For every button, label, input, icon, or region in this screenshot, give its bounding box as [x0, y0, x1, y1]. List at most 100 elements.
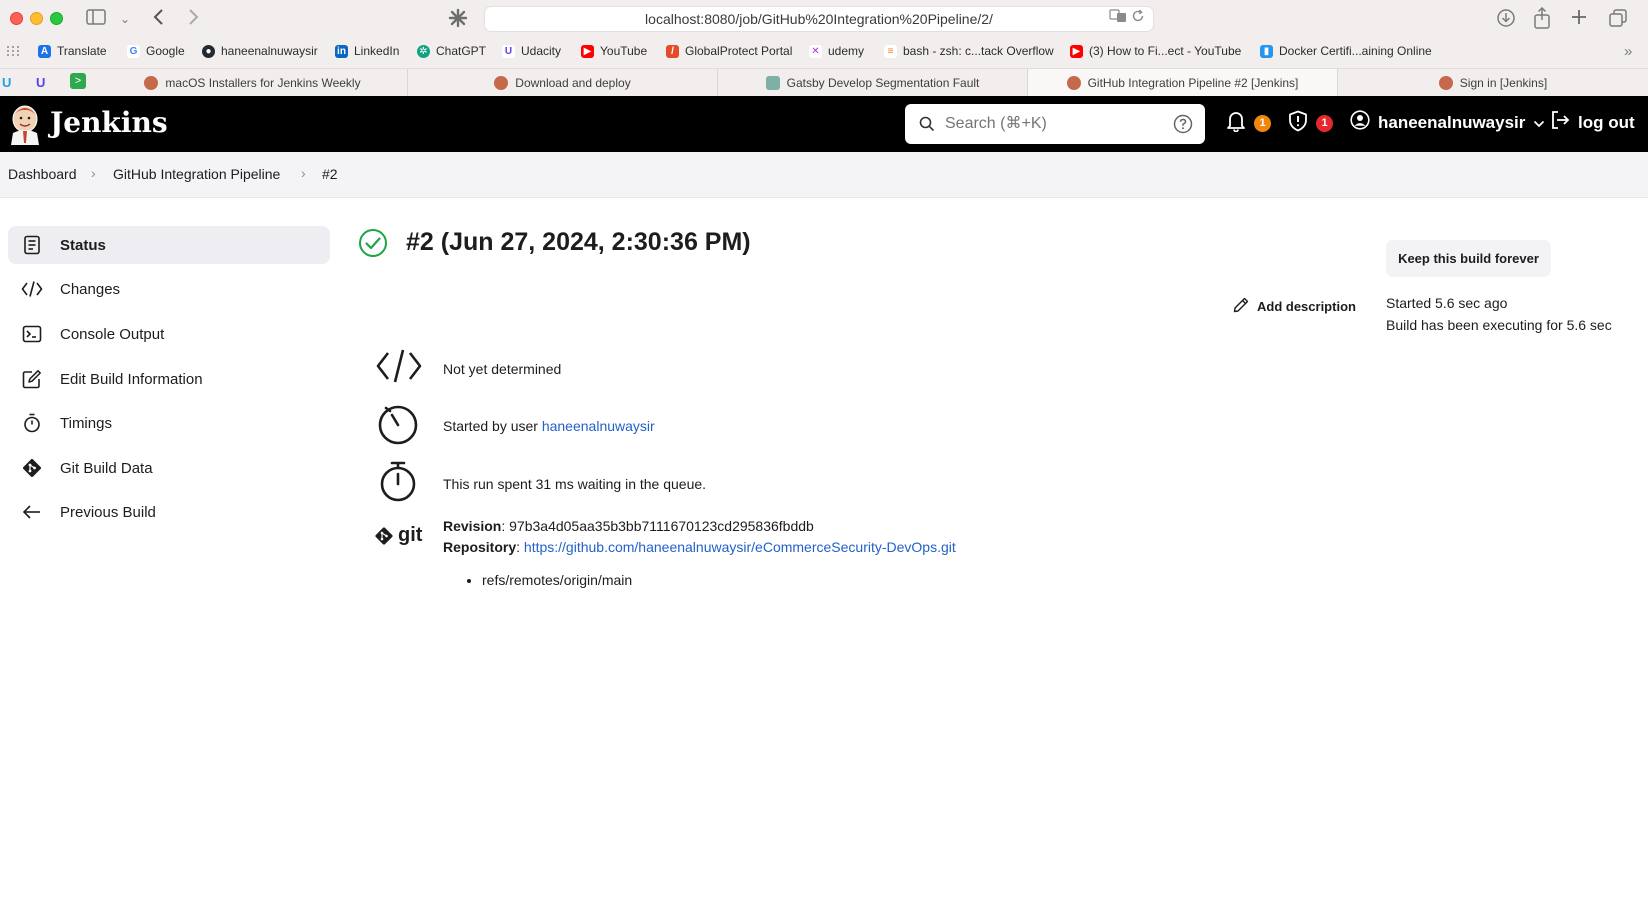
reload-icon[interactable]	[1131, 9, 1145, 26]
security-button[interactable]: 1	[1288, 110, 1333, 137]
forward-icon[interactable]	[188, 8, 200, 31]
sidebar-item-label: Previous Build	[60, 503, 156, 521]
new-tab-icon[interactable]	[1570, 8, 1588, 31]
jenkins-favicon-icon	[1066, 76, 1081, 90]
bookmark-label: Udacity	[521, 44, 562, 58]
add-description-button[interactable]: Add description	[1233, 297, 1356, 316]
close-window-button[interactable]	[10, 12, 23, 25]
user-menu[interactable]: haneenalnuwaysir	[1350, 110, 1545, 135]
bookmark-globalprotect[interactable]: / GlobalProtect Portal	[666, 44, 792, 58]
repository-link[interactable]: https://github.com/haneenalnuwaysir/eCom…	[524, 539, 956, 555]
bookmark-label: udemy	[828, 44, 865, 58]
translate-icon[interactable]	[1109, 9, 1131, 26]
extension-puzzle-icon[interactable]	[448, 8, 468, 33]
user-avatar-icon	[1350, 110, 1370, 135]
zoom-window-button[interactable]	[50, 12, 63, 25]
chevron-down-icon[interactable]: ⌄	[120, 9, 130, 29]
bookmark-youtube[interactable]: ▶ YouTube	[581, 44, 647, 58]
downloads-icon[interactable]	[1496, 8, 1516, 33]
bookmark-chatgpt[interactable]: ✲ ChatGPT	[417, 44, 486, 58]
sidebar-toggle-icon[interactable]	[86, 9, 106, 30]
sidebar-item-timings[interactable]: Timings	[8, 404, 330, 442]
jenkins-favicon-icon	[144, 76, 159, 90]
pinned-terminal-icon[interactable]: >	[70, 73, 86, 89]
minimize-window-button[interactable]	[30, 12, 43, 25]
tab-sign-in[interactable]: Sign in [Jenkins]	[1338, 69, 1648, 97]
list-item: refs/remotes/origin/main	[482, 572, 632, 588]
bookmark-docker[interactable]: ▮ Docker Certifi...aining Online	[1260, 44, 1432, 58]
udemy-icon: ✕	[809, 44, 822, 58]
bookmark-youtube-video[interactable]: ▶ (3) How to Fi...ect - YouTube	[1070, 44, 1241, 58]
tab-gatsby[interactable]: Gatsby Develop Segmentation Fault	[718, 69, 1028, 97]
stackoverflow-icon: ≡	[884, 44, 897, 58]
address-bar[interactable]: localhost:8080/job/GitHub%20Integration%…	[484, 6, 1154, 32]
bookmark-translate[interactable]: A Translate	[38, 44, 107, 58]
shield-icon	[1288, 110, 1308, 137]
logout-label: log out	[1578, 112, 1635, 132]
started-by-prefix: Started by user	[443, 418, 538, 434]
bookmark-udemy[interactable]: ✕ udemy	[809, 44, 864, 58]
revision-label: Revision	[443, 518, 502, 534]
repository-row: Repository: https://github.com/haneenaln…	[443, 539, 956, 555]
back-icon[interactable]	[152, 8, 164, 31]
git-logo-label: git	[398, 524, 423, 546]
code-icon	[18, 280, 46, 298]
logout-button[interactable]: log out	[1550, 110, 1635, 135]
tab-label: macOS Installers for Jenkins Weekly	[165, 76, 361, 90]
sidebar-item-git-build-data[interactable]: Git Build Data	[8, 449, 330, 487]
sidebar-item-label: Timings	[60, 414, 112, 432]
queue-time-text: This run spent 31 ms waiting in the queu…	[443, 476, 707, 492]
sidebar-item-status[interactable]: Status	[8, 226, 330, 264]
bookmark-google[interactable]: G Google	[127, 44, 185, 58]
chatgpt-icon: ✲	[417, 44, 430, 58]
security-badge: 1	[1316, 115, 1333, 132]
bookmark-linkedin[interactable]: in LinkedIn	[335, 44, 399, 58]
sidebar-item-previous-build[interactable]: Previous Build	[8, 493, 330, 531]
more-bookmarks-icon[interactable]: »	[1624, 42, 1632, 62]
executing-for-text: Build has been executing for 5.6 sec	[1386, 317, 1612, 333]
terminal-icon	[18, 325, 46, 343]
breadcrumb-build[interactable]: #2	[322, 166, 338, 182]
pinned-udacity-icon[interactable]: U	[36, 73, 45, 93]
tab-label: GitHub Integration Pipeline #2 [Jenkins]	[1087, 76, 1299, 90]
arrow-left-icon	[18, 504, 46, 520]
browser-chrome: ⌄ localhost:8080/job/GitHub%20Integratio…	[0, 0, 1648, 97]
bookmarks-bar: A Translate G Google ● haneenalnuwaysir in L…	[0, 40, 1648, 66]
sidebar-item-changes[interactable]: Changes	[8, 270, 330, 308]
breadcrumb-job[interactable]: GitHub Integration Pipeline	[113, 166, 280, 182]
search-box[interactable]	[905, 104, 1205, 144]
username-label: haneenalnuwaysir	[1378, 112, 1526, 132]
youtube-icon: ▶	[581, 44, 594, 58]
apps-grid-icon[interactable]	[6, 43, 20, 63]
bookmark-udacity[interactable]: U Udacity	[502, 44, 561, 58]
keep-build-forever-button[interactable]: Keep this build forever	[1386, 240, 1551, 277]
started-by-user-link[interactable]: haneenalnuwaysir	[542, 418, 655, 434]
sidebar-item-label: Console Output	[60, 325, 165, 343]
jenkins-logo-icon[interactable]	[8, 103, 42, 145]
stopwatch-icon	[18, 413, 46, 433]
bookmark-github[interactable]: ● haneenalnuwaysir	[202, 44, 318, 58]
tab-macos-installers[interactable]: macOS Installers for Jenkins Weekly	[98, 69, 408, 97]
jenkins-title[interactable]: Jenkins	[50, 106, 168, 139]
bookmark-label: ChatGPT	[436, 44, 487, 58]
search-input[interactable]	[945, 104, 1165, 144]
sidebar-item-console-output[interactable]: Console Output	[8, 315, 330, 353]
changes-status-text: Not yet determined	[443, 361, 562, 377]
breadcrumb-dashboard[interactable]: Dashboard	[8, 166, 77, 182]
build-timing-info: Started 5.6 sec ago Build has been execu…	[1386, 292, 1612, 336]
bookmark-stackoverflow[interactable]: ≡ bash - zsh: c...tack Overflow	[884, 44, 1054, 58]
pinned-udacity-icon[interactable]: U	[2, 73, 11, 93]
tab-download-deploy[interactable]: Download and deploy	[408, 69, 718, 97]
bookmark-label: Docker Certifi...aining Online	[1279, 44, 1432, 58]
docker-icon: ▮	[1260, 44, 1273, 58]
help-icon[interactable]	[1173, 114, 1193, 139]
tab-label: Gatsby Develop Segmentation Fault	[786, 76, 980, 90]
tab-github-integration[interactable]: GitHub Integration Pipeline #2 [Jenkins]	[1028, 69, 1338, 97]
jenkins-favicon-icon	[1438, 76, 1453, 90]
git-logo-icon: git	[374, 524, 422, 547]
sidebar-item-edit-build-information[interactable]: Edit Build Information	[8, 360, 330, 398]
started-ago-text: Started 5.6 sec ago	[1386, 295, 1508, 311]
notifications-button[interactable]: 1	[1226, 110, 1271, 137]
tab-overview-icon[interactable]	[1608, 8, 1628, 33]
share-icon[interactable]	[1533, 6, 1551, 34]
